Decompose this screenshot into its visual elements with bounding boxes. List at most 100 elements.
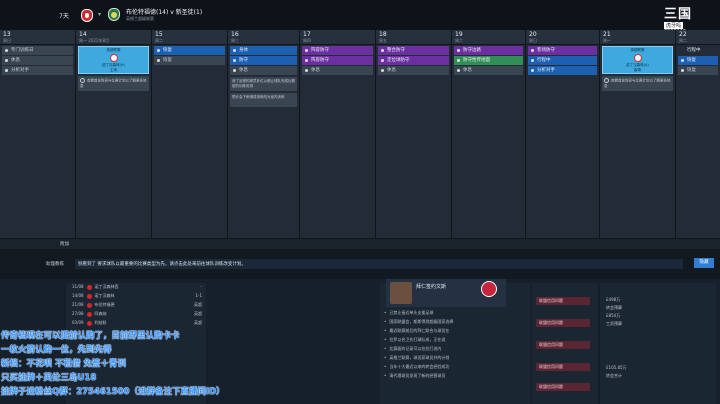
day-weekday: 周三 xyxy=(231,38,239,43)
fixture-row[interactable]: 11/08 诺丁汉森林西 - xyxy=(72,284,202,290)
fixture-row[interactable]: 03/09 利兹联 英超 xyxy=(72,320,202,326)
training-slot[interactable]: 休息 xyxy=(378,66,449,75)
training-slot[interactable]: 阵容防守 xyxy=(302,46,373,55)
day-column-19[interactable]: 19 周六 防守边路 防守性传地面 休息 xyxy=(452,30,526,238)
day-column-16[interactable]: 16 周三 身体 防守 休息 请了足够的球员补位以便让球队完成比赛前的训练安排 预… xyxy=(228,30,300,238)
match-note: 查看首发阵容与比赛计划以了解更多信息 xyxy=(78,76,149,91)
training-calendar: 13 周日 专门训练日 休息 分析对手 14 周一 2022年8月 英超联赛 诺丁汉… xyxy=(0,30,720,238)
day-column-21[interactable]: 21 周一 英超联赛 诺丁汉森林(A) 客场 查看首发阵容与比赛计划以了解更多信息 xyxy=(600,30,676,238)
training-slot[interactable]: 防守性传地面 xyxy=(454,56,523,65)
news-headline: 拜仁签约文斯 xyxy=(416,284,447,290)
match-competition: 英超联赛 xyxy=(630,48,645,52)
club-crest-icon xyxy=(86,302,92,308)
news-item[interactable]: 英格兰联赛，球员获球员并的计划 xyxy=(384,355,449,361)
training-slot[interactable]: 恢复 xyxy=(154,56,225,65)
training-slot[interactable]: 身体 xyxy=(230,46,297,55)
opponent-crest-icon xyxy=(109,54,118,62)
training-slot[interactable]: 行程中 xyxy=(678,46,718,55)
news-item[interactable]: 比赛面的记录可以拉拉打进内 xyxy=(384,346,441,352)
club-crest-icon xyxy=(86,284,92,290)
training-slot[interactable]: 休息 xyxy=(302,66,373,75)
next-match-competition: 英格兰超级联赛 xyxy=(126,16,154,21)
finance-value: £498万 xyxy=(606,297,621,302)
weather-note: 预计会下雨请将训练改为室内训练 xyxy=(230,93,297,107)
finance-label: 转会预算 xyxy=(606,305,622,310)
training-slot[interactable]: 整合防守 xyxy=(378,46,449,55)
news-item[interactable]: 清代理球员发现了新的经营球员 xyxy=(384,373,445,379)
day-column-14[interactable]: 14 周一 2022年8月 英超联赛 诺丁汉森林(H) 主场 查看首发阵容与比赛计… xyxy=(76,30,152,238)
training-slot[interactable]: 行程中 xyxy=(528,56,597,65)
bayern-crest-icon xyxy=(481,281,497,297)
advice-source: 助理教练 xyxy=(46,262,64,267)
training-slot[interactable]: 分析对手 xyxy=(2,66,73,75)
logo-box-text: 虎牙吗 xyxy=(664,22,684,29)
day-weekday: 周一 xyxy=(603,38,611,43)
training-slot[interactable]: 防守 xyxy=(230,56,297,65)
day-column-15[interactable]: 15 周二 恢复 恢复 xyxy=(152,30,228,238)
news-item[interactable]: 最近联赛前后的拜仁联合与球员在 xyxy=(384,328,449,334)
training-slot[interactable]: 休息 xyxy=(454,66,523,75)
training-slot[interactable]: 阵容防守 xyxy=(302,56,373,65)
overlay-line: 新档：不花呗 不租借 免签＋青训 xyxy=(1,359,126,369)
overlay-line: 传奇档现在可以提前认购了，目前野里认购卡卡 xyxy=(1,331,180,341)
fixture-row[interactable]: 27/08 阿森纳 英超 xyxy=(72,311,202,317)
day-weekday: 周二 xyxy=(679,38,687,43)
day-weekday: 周四 xyxy=(303,38,311,43)
day-column-17[interactable]: 17 周四 阵容防守 阵容防守 休息 xyxy=(300,30,376,238)
day-weekday: 周日 xyxy=(529,38,537,43)
transfer-item[interactable]: 联盟信用问题 xyxy=(536,297,590,305)
match-card[interactable]: 英超联赛 诺丁汉森林(A) 客场 xyxy=(602,46,673,74)
news-item[interactable]: 拉罗以合卫先打球队成，正在说 xyxy=(384,337,445,343)
match-card[interactable]: 英超联赛 诺丁汉森林(H) 主场 xyxy=(78,46,149,74)
news-item[interactable]: 已禁止接近单头支援足球 xyxy=(384,310,433,316)
days-until-match: 7天 xyxy=(59,13,69,20)
player-photo xyxy=(390,282,412,304)
day-column-18[interactable]: 18 周五 整合防守 定位球防守 休息 xyxy=(376,30,452,238)
training-slot[interactable]: 恢复 xyxy=(678,66,718,75)
transfer-item[interactable]: 联盟信用问题 xyxy=(536,319,590,327)
news-headline-card[interactable]: 拜仁签约文斯 xyxy=(386,279,506,307)
home-crest-icon xyxy=(81,9,93,22)
fixture-row[interactable]: 21/08 布伦特福德 英超 xyxy=(72,302,202,308)
overlay-line: 一枚火箭认购一位，先到先得 xyxy=(1,345,112,355)
day-column-22[interactable]: 22 周二 行程中 恢复 恢复 xyxy=(676,30,720,238)
training-slot[interactable]: 防守边路 xyxy=(454,46,523,55)
top-bar: 7天 ▾ 布伦特福德(14) v 新圣徒(1) 英格兰超级联赛 xyxy=(0,0,720,30)
training-slot[interactable]: 客场防守 xyxy=(528,46,597,55)
info-icon xyxy=(80,78,85,83)
transfer-item[interactable]: 联盟信用问题 xyxy=(536,363,590,371)
bottom-panels: 11/08 诺丁汉森林西 - 14/08 诺丁汉森林 1-1 21/08 布伦特福德 英超 … xyxy=(0,279,720,404)
hide-advice-button[interactable]: 隐藏 xyxy=(694,258,714,268)
away-crest-icon xyxy=(108,8,120,21)
training-slot[interactable]: 休息 xyxy=(2,56,73,65)
news-item[interactable]: 当年十大最近以来的转会经验成功 xyxy=(384,364,449,370)
advice-text: 别看到了 要求球队以最重要的比赛类型为先，请点击此处来前往球队训练改变计划。 xyxy=(78,262,246,267)
next-match-title[interactable]: 布伦特福德(14) v 新圣徒(1) xyxy=(126,7,202,16)
training-warning-note: 请了足够的球员补位以便让球队完成比赛前的训练安排 xyxy=(230,77,297,91)
day-column-13[interactable]: 13 周日 专门训练日 休息 分析对手 xyxy=(0,30,76,238)
day-column-20[interactable]: 20 周日 客场防守 行程中 分析对手 xyxy=(526,30,600,238)
day-weekday: 周一 2022年8月 xyxy=(79,38,109,43)
club-crest-icon xyxy=(86,293,92,299)
match-venue: 客场 xyxy=(634,68,641,72)
training-slot[interactable]: 恢复 xyxy=(154,46,225,55)
news-item[interactable]: 国家联盟会，斯斯得到超级国家选择 xyxy=(384,319,453,325)
match-venue: 主场 xyxy=(110,68,117,72)
training-slot[interactable]: 休息 xyxy=(230,66,297,75)
training-slot[interactable]: 分析对手 xyxy=(528,66,597,75)
club-crest-icon xyxy=(86,320,92,326)
training-slot[interactable]: 专门训练日 xyxy=(2,46,73,55)
day-weekday: 周二 xyxy=(155,38,163,43)
fixture-row[interactable]: 14/08 诺丁汉森林 1-1 xyxy=(72,293,202,299)
calendar-footer: 附加 xyxy=(0,238,720,249)
finance-value: £105.85万 xyxy=(606,365,627,370)
training-slot[interactable]: 定位球防守 xyxy=(378,56,449,65)
transfer-item[interactable]: 联盟信用问题 xyxy=(536,383,590,391)
day-weekday: 周六 xyxy=(455,38,463,43)
finance-label: 转会合计 xyxy=(606,373,622,378)
transfer-item[interactable]: 联盟信用问题 xyxy=(536,341,590,349)
logo-text: 三国 xyxy=(664,7,693,22)
vs-arrow-icon: ▾ xyxy=(98,11,102,18)
day-weekday: 周五 xyxy=(379,38,387,43)
training-slot[interactable]: 恢复 xyxy=(678,56,718,65)
